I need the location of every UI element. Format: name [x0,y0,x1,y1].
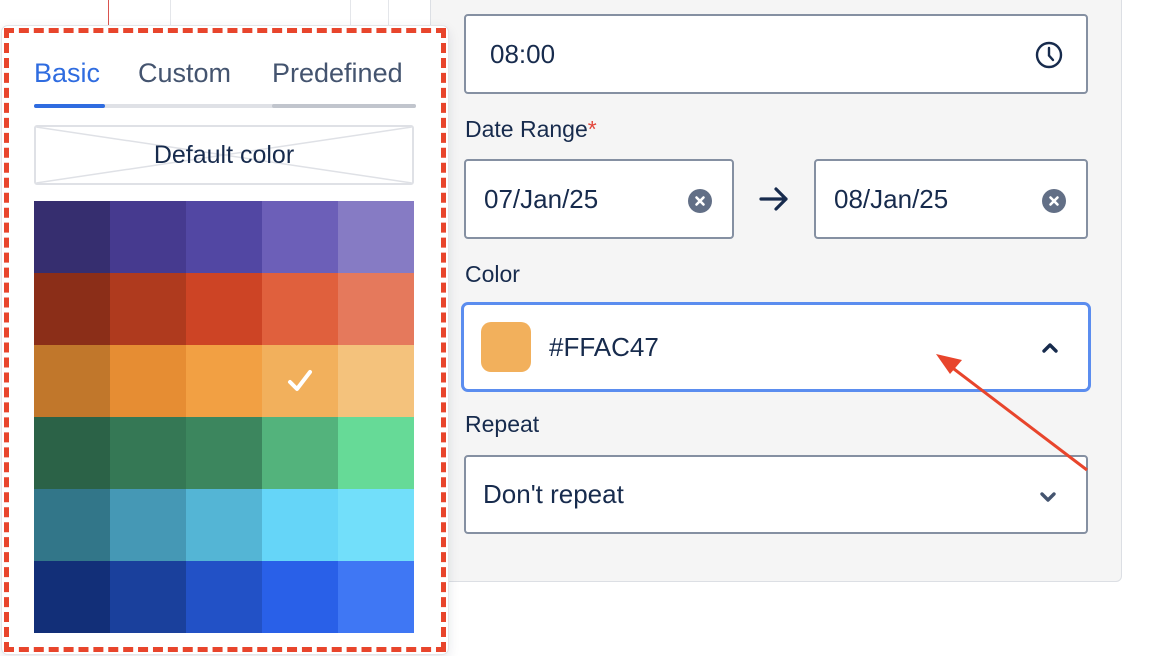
time-value: 08:00 [490,38,556,69]
color-swatch-option[interactable] [186,417,262,489]
color-swatch-option[interactable] [186,201,262,273]
color-swatch-option[interactable] [110,561,186,633]
color-label: Color [465,261,520,287]
chevron-up-icon[interactable] [1040,341,1060,355]
color-swatch-option[interactable] [110,345,186,417]
tab-custom[interactable]: Custom [138,58,231,89]
end-date-input[interactable]: 08/Jan/25 [814,159,1088,239]
color-picker-popup: Basic Custom Predefined Default color [2,26,448,654]
color-swatch [481,322,531,372]
color-swatch-option[interactable] [110,489,186,561]
repeat-select[interactable]: Don't repeat [464,455,1088,534]
color-swatch-option[interactable] [338,273,414,345]
tab-indicator-active [34,104,105,108]
color-swatch-option[interactable] [186,273,262,345]
color-swatch-option[interactable] [262,273,338,345]
color-swatch-option[interactable] [34,201,110,273]
start-date-input[interactable]: 07/Jan/25 [464,159,734,239]
color-swatch-option[interactable] [110,417,186,489]
required-marker: * [587,116,597,142]
color-swatch-option[interactable] [34,345,110,417]
color-swatch-option[interactable] [338,489,414,561]
color-swatch-option[interactable] [110,201,186,273]
date-range-label: Date Range* [465,116,597,143]
color-swatch-option[interactable] [338,345,414,417]
tab-indicator-predefined [272,104,416,108]
color-swatch-option[interactable] [262,201,338,273]
picker-tabs: Basic Custom Predefined [34,58,416,110]
time-input[interactable]: 08:00 [464,14,1088,94]
color-swatch-option-selected[interactable] [262,345,338,417]
color-palette-grid [34,201,414,633]
end-date-value: 08/Jan/25 [834,183,949,214]
color-swatch-option[interactable] [34,489,110,561]
default-color-label: Default color [153,141,295,169]
repeat-label: Repeat [465,411,540,437]
color-swatch-option[interactable] [110,273,186,345]
clear-start-date-icon[interactable] [688,189,712,213]
color-swatch-option[interactable] [338,561,414,633]
check-icon [288,370,312,391]
color-swatch-option[interactable] [186,345,262,417]
tab-basic[interactable]: Basic [34,58,100,89]
clear-end-date-icon[interactable] [1042,189,1066,213]
color-swatch-option[interactable] [338,201,414,273]
color-select[interactable]: #FFAC47 [461,302,1091,392]
chevron-down-icon[interactable] [1038,490,1058,504]
color-swatch-option[interactable] [338,417,414,489]
arrow-right-icon [757,184,791,214]
date-range-label-text: Date Range [465,116,588,142]
tab-predefined[interactable]: Predefined [272,58,403,89]
color-swatch-option[interactable] [34,417,110,489]
color-swatch-option[interactable] [34,561,110,633]
color-swatch-option[interactable] [34,273,110,345]
color-swatch-option[interactable] [262,489,338,561]
color-swatch-option[interactable] [186,489,262,561]
current-time-line [108,0,109,28]
color-swatch-option[interactable] [262,561,338,633]
event-editor: 08:00 Date Range* 07/Jan/25 08/Jan/25 Co… [0,0,1150,656]
repeat-value: Don't repeat [483,479,624,509]
color-swatch-option[interactable] [262,417,338,489]
color-value: #FFAC47 [549,331,659,362]
clock-icon[interactable] [1034,40,1064,70]
default-color-button[interactable]: Default color [34,125,414,185]
color-swatch-option[interactable] [186,561,262,633]
start-date-value: 07/Jan/25 [484,183,599,214]
